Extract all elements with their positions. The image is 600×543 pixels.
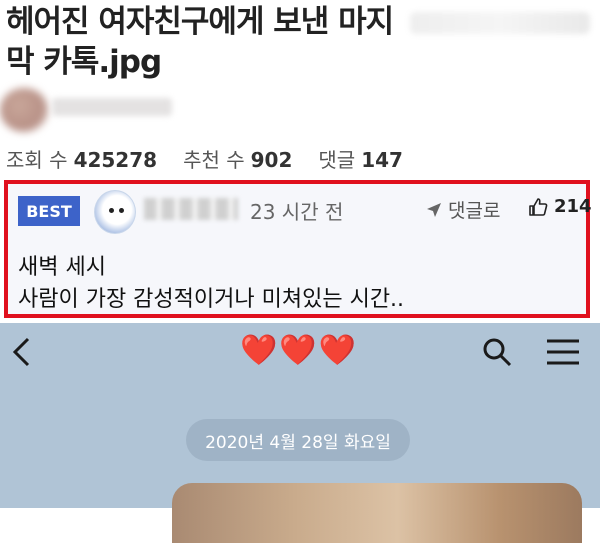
search-icon[interactable] [482, 337, 512, 367]
thumbs-up-icon [529, 197, 548, 216]
commenter-avatar[interactable] [94, 190, 136, 234]
comment-line: 사람이 가장 감성적이거나 미쳐있는 시간.. [18, 287, 405, 312]
post-stats: 조회 수 425278 추천 수 902 댓글 147 [6, 144, 403, 173]
blurred-post-date [410, 12, 590, 34]
comment-text: 새벽 세시 사람이 가장 감성적이거나 미쳐있는 시간.. [18, 252, 404, 316]
comment-line: 새벽 세시 [18, 255, 106, 280]
comment-time: 23 시간 전 [250, 200, 344, 224]
back-arrow-icon[interactable] [10, 337, 34, 367]
reply-label: 댓글로 [448, 200, 501, 222]
blurred-author-name[interactable] [52, 98, 172, 116]
best-badge: BEST [18, 196, 80, 226]
blurred-commenter-name[interactable] [144, 198, 238, 220]
reply-button[interactable]: 댓글로 [426, 196, 500, 223]
date-divider: 2020년 4월 28일 화요일 [186, 419, 410, 461]
comment-count-stat: 댓글 147 [318, 148, 403, 172]
chat-photo[interactable] [172, 483, 582, 543]
reply-arrow-icon [427, 202, 441, 217]
post-title: 헤어진 여자친구에게 보낸 마지막 카톡.jpg [6, 4, 394, 80]
views-stat: 조회 수 425278 [6, 148, 158, 172]
like-button[interactable]: 214 [528, 196, 592, 217]
kakaotalk-screenshot: ❤️❤️❤️ 2020년 4월 28일 화요일 [0, 323, 600, 543]
like-count: 214 [554, 196, 592, 217]
menu-icon[interactable] [546, 339, 580, 365]
chat-title-hearts: ❤️❤️❤️ [240, 333, 359, 368]
author-avatar[interactable] [0, 88, 48, 132]
recommend-stat: 추천 수 902 [183, 148, 293, 172]
best-comment: BEST 23 시간 전 댓글로 214 새벽 세시 사람이 가장 감성적이거나… [4, 180, 592, 318]
